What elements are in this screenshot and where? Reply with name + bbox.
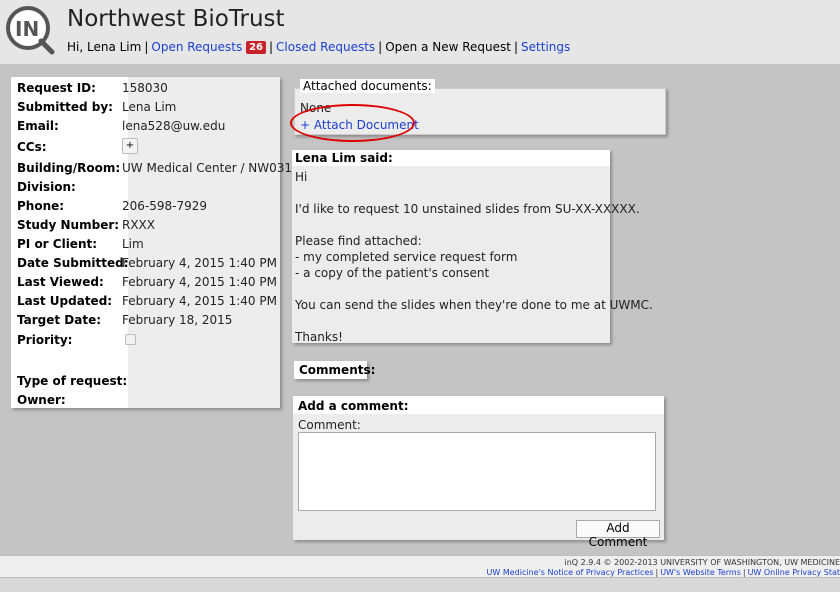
- bottom-scroll-bar: [0, 577, 840, 592]
- last-viewed-label: Last Viewed:: [17, 275, 104, 289]
- last-viewed-value: February 4, 2015 1:40 PM: [122, 275, 277, 289]
- pi-client-value: Lim: [122, 237, 144, 251]
- add-comment-panel: Add a comment: Comment: Add Comment: [293, 396, 664, 549]
- logo-text: IN: [15, 17, 39, 41]
- last-updated-label: Last Updated:: [17, 294, 113, 308]
- header: IN Northwest BioTrust Hi, Lena Lim | Open …: [0, 0, 840, 64]
- target-date-value: February 18, 2015: [122, 313, 233, 327]
- message-header: Lena Lim said:: [292, 150, 610, 166]
- open-requests-count-badge: 26: [246, 41, 266, 54]
- division-label: Division:: [17, 180, 76, 194]
- message-line: Thanks!: [295, 330, 343, 344]
- online-privacy-link[interactable]: UW Online Privacy Stat: [748, 568, 840, 577]
- add-comment-button[interactable]: Add Comment: [576, 520, 660, 549]
- request-id-label: Request ID:: [17, 81, 96, 95]
- pi-client-label: PI or Client:: [17, 237, 98, 251]
- building-value: UW Medical Center / NW031: [122, 161, 293, 175]
- date-submitted-label: Date Submitted:: [17, 256, 129, 270]
- email-label: Email:: [17, 119, 59, 133]
- attached-documents-legend: Attached documents:: [300, 79, 435, 93]
- closed-requests-link[interactable]: Closed Requests: [276, 40, 375, 54]
- submitted-by-label: Submitted by:: [17, 100, 113, 114]
- new-request-label: Open a New Request: [385, 40, 511, 54]
- submitted-by-value: Lena Lim: [122, 100, 177, 114]
- target-date-label: Target Date:: [17, 313, 102, 327]
- priority-checkbox[interactable]: [125, 334, 136, 345]
- date-submitted-value: February 4, 2015 1:40 PM: [122, 256, 277, 270]
- greeting: Hi, Lena Lim: [67, 40, 142, 54]
- type-of-request-label: Type of request:: [17, 374, 128, 388]
- request-id-value: 158030: [122, 81, 168, 95]
- study-number-value: RXXX: [122, 218, 155, 232]
- comments-label: Comments:: [299, 363, 376, 377]
- settings-link[interactable]: Settings: [521, 40, 570, 54]
- add-cc-button[interactable]: +: [122, 138, 138, 154]
- priority-label: Priority:: [17, 333, 73, 347]
- phone-label: Phone:: [17, 199, 65, 213]
- building-label: Building/Room:: [17, 161, 121, 175]
- study-number-label: Study Number:: [17, 218, 120, 232]
- logo-icon: IN: [6, 6, 55, 55]
- add-comment-header: Add a comment:: [293, 396, 664, 414]
- comment-field-label: Comment:: [298, 418, 361, 432]
- highlight-ellipse: [290, 104, 415, 142]
- footer-links: UW Medicine's Notice of Privacy Practice…: [486, 568, 840, 577]
- message-line: I'd like to request 10 unstained slides …: [295, 202, 640, 216]
- footer-copyright: inQ 2.9.4 © 2002-2013 UNIVERSITY OF WASH…: [564, 558, 840, 567]
- comments-tab[interactable]: Comments:: [294, 361, 375, 379]
- last-updated-value: February 4, 2015 1:40 PM: [122, 294, 277, 308]
- website-terms-link[interactable]: UW's Website Terms: [660, 568, 741, 577]
- ccs-label: CCs:: [17, 140, 47, 154]
- message-line: You can send the slides when they're don…: [295, 298, 653, 312]
- nav-bar: Hi, Lena Lim | Open Requests 26 | Closed Req…: [67, 40, 571, 54]
- message-line: - a copy of the patient's consent: [295, 266, 490, 280]
- phone-value: 206-598-7929: [122, 199, 208, 213]
- message-line: Please find attached:: [295, 234, 422, 248]
- message-author: Lena Lim said:: [295, 151, 393, 165]
- app-title: Northwest BioTrust: [67, 6, 285, 32]
- privacy-practices-link[interactable]: UW Medicine's Notice of Privacy Practice…: [487, 568, 654, 577]
- open-requests-link[interactable]: Open Requests: [151, 40, 242, 54]
- message-box: Lena Lim said: Hi I'd like to request 10…: [292, 150, 653, 344]
- add-comment-title: Add a comment:: [298, 399, 409, 413]
- email-value: lena528@uw.edu: [122, 119, 226, 133]
- owner-label: Owner:: [17, 393, 66, 407]
- comment-textarea[interactable]: [298, 432, 656, 511]
- message-line: - my completed service request form: [295, 250, 518, 264]
- message-line: Hi: [295, 170, 308, 184]
